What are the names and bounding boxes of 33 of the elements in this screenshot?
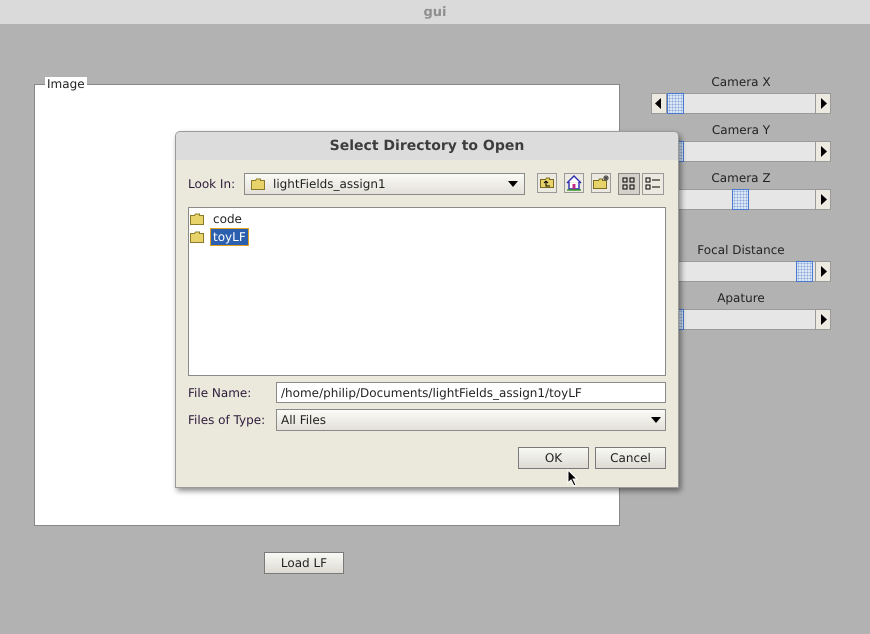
folder-icon	[190, 213, 204, 225]
slider-label: Apature	[717, 290, 765, 306]
panel-title: Image	[45, 77, 87, 91]
mouse-cursor-icon	[567, 469, 579, 487]
folder-item[interactable]: toyLF	[211, 229, 248, 245]
slider-label: Camera Y	[712, 122, 770, 138]
folder-icon	[251, 178, 265, 190]
cancel-button[interactable]: Cancel	[595, 447, 666, 469]
details-view-icon[interactable]	[642, 173, 664, 195]
caret-icon	[651, 417, 661, 423]
slider-thumb[interactable]	[796, 261, 813, 282]
list-view-icon[interactable]	[618, 173, 640, 195]
caret-icon	[508, 181, 518, 187]
load-button[interactable]: Load LF	[264, 552, 344, 574]
dialog-title: Select Directory to Open	[330, 138, 524, 154]
ok-button[interactable]: OK	[518, 447, 589, 469]
slider-thumb[interactable]	[732, 189, 748, 210]
slider-label: Focal Distance	[697, 242, 785, 258]
file-type-dropdown[interactable]: All Files	[276, 409, 666, 431]
home-icon[interactable]	[564, 173, 584, 193]
slider-label: Camera Z	[711, 170, 771, 186]
window-title: gui	[423, 4, 447, 20]
look-in-dropdown[interactable]: lightFields_assign1	[244, 173, 525, 195]
slider-label: Camera X	[711, 74, 771, 90]
folder-icon	[190, 231, 204, 243]
file-name-field[interactable]: /home/philip/Documents/lightFields_assign1/toyLF	[276, 382, 666, 403]
look-in-label: Look In:	[188, 177, 236, 191]
file-type-label: Files of Type:	[188, 413, 266, 427]
slider-thumb[interactable]	[667, 93, 684, 114]
folder-item[interactable]: code	[211, 211, 244, 227]
file-name-label: File Name:	[188, 386, 252, 400]
up-folder-icon[interactable]	[537, 173, 557, 193]
new-folder-icon[interactable]	[591, 173, 611, 193]
